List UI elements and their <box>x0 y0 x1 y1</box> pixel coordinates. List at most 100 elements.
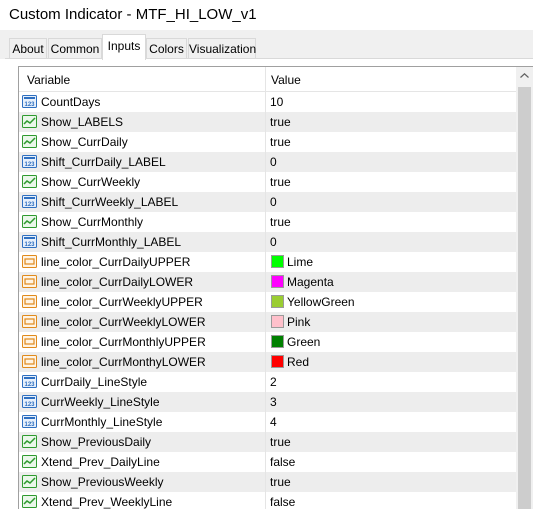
param-row[interactable]: 123 CountDays 10 <box>19 92 516 112</box>
grid-rows: 123 CountDays 10 Show_LABELS true Show_CurrDa… <box>19 92 516 509</box>
color-swatch[interactable] <box>271 295 284 308</box>
svg-text:123: 123 <box>24 242 35 248</box>
integer-param-icon: 123 <box>22 195 37 208</box>
boolean-param-icon <box>22 215 37 228</box>
inputs-grid: Variable Value 123 CountDays 10 Show_LABELS… <box>18 66 533 509</box>
column-divider <box>265 352 266 372</box>
window-title: Custom Indicator - MTF_HI_LOW_v1 <box>9 6 257 23</box>
color-param-icon <box>22 255 37 268</box>
param-name: CountDays <box>41 95 101 109</box>
tab-about[interactable]: About <box>9 38 47 59</box>
param-value[interactable]: 0 <box>270 195 277 209</box>
svg-text:123: 123 <box>24 402 35 408</box>
param-name: Show_CurrDaily <box>41 135 128 149</box>
scroll-thumb[interactable] <box>518 87 531 509</box>
param-row[interactable]: Show_PreviousWeekly true <box>19 472 516 492</box>
color-param-icon <box>22 275 37 288</box>
param-value[interactable]: true <box>270 175 291 189</box>
param-row[interactable]: line_color_CurrWeeklyUPPER YellowGreen <box>19 292 516 312</box>
param-name: Shift_CurrDaily_LABEL <box>41 155 166 169</box>
param-value[interactable]: YellowGreen <box>287 295 355 309</box>
param-value[interactable]: true <box>270 115 291 129</box>
param-row[interactable]: Show_CurrWeekly true <box>19 172 516 192</box>
param-row[interactable]: Show_PreviousDaily true <box>19 432 516 452</box>
color-swatch[interactable] <box>271 335 284 348</box>
column-divider <box>265 332 266 352</box>
param-value[interactable]: Red <box>287 355 309 369</box>
param-row[interactable]: Xtend_Prev_DailyLine false <box>19 452 516 472</box>
column-divider <box>265 252 266 272</box>
boolean-param-icon <box>22 135 37 148</box>
param-row[interactable]: 123 CurrDaily_LineStyle 2 <box>19 372 516 392</box>
param-value[interactable]: 3 <box>270 395 277 409</box>
param-value[interactable]: 4 <box>270 415 277 429</box>
param-value[interactable]: 2 <box>270 375 277 389</box>
column-divider <box>265 272 266 292</box>
param-name: line_color_CurrDailyLOWER <box>41 275 194 289</box>
color-swatch[interactable] <box>271 315 284 328</box>
color-param-icon <box>22 315 37 328</box>
grid-header: Variable Value <box>19 67 516 92</box>
column-divider[interactable] <box>265 67 266 92</box>
param-value[interactable]: false <box>270 495 295 509</box>
param-value[interactable]: Lime <box>287 255 313 269</box>
column-divider <box>265 192 266 212</box>
param-value[interactable]: 0 <box>270 235 277 249</box>
param-name: line_color_CurrWeeklyLOWER <box>41 315 206 329</box>
column-divider <box>265 112 266 132</box>
param-row[interactable]: Show_LABELS true <box>19 112 516 132</box>
tab-visualization[interactable]: Visualization <box>188 38 256 59</box>
param-value[interactable]: false <box>270 455 295 469</box>
param-name: CurrWeekly_LineStyle <box>41 395 160 409</box>
param-value[interactable]: true <box>270 435 291 449</box>
column-divider <box>265 172 266 192</box>
param-row[interactable]: line_color_CurrDailyLOWER Magenta <box>19 272 516 292</box>
scroll-up-button[interactable] <box>516 67 533 84</box>
param-value[interactable]: true <box>270 135 291 149</box>
param-value[interactable]: true <box>270 475 291 489</box>
column-divider <box>265 412 266 432</box>
param-row[interactable]: line_color_CurrMonthyLOWER Red <box>19 352 516 372</box>
column-divider <box>265 212 266 232</box>
column-divider <box>265 452 266 472</box>
tab-common[interactable]: Common <box>48 38 102 59</box>
param-value[interactable]: 0 <box>270 155 277 169</box>
param-row[interactable]: 123 Shift_CurrWeekly_LABEL 0 <box>19 192 516 212</box>
column-divider <box>265 472 266 492</box>
param-row[interactable]: 123 CurrMonthly_LineStyle 4 <box>19 412 516 432</box>
param-row[interactable]: line_color_CurrWeeklyLOWER Pink <box>19 312 516 332</box>
param-row[interactable]: 123 Shift_CurrMonthly_LABEL 0 <box>19 232 516 252</box>
param-name: Show_CurrWeekly <box>41 175 141 189</box>
param-name: Show_LABELS <box>41 115 124 129</box>
param-name: Xtend_Prev_DailyLine <box>41 455 160 469</box>
column-divider <box>265 432 266 452</box>
boolean-param-icon <box>22 475 37 488</box>
vertical-scrollbar[interactable] <box>516 67 533 509</box>
variable-column-header[interactable]: Variable <box>27 73 70 87</box>
param-row[interactable]: line_color_CurrMonthlyUPPER Green <box>19 332 516 352</box>
color-swatch[interactable] <box>271 275 284 288</box>
tab-inputs[interactable]: Inputs <box>102 34 146 60</box>
param-value[interactable]: Pink <box>287 315 310 329</box>
color-swatch[interactable] <box>271 355 284 368</box>
param-row[interactable]: line_color_CurrDailyUPPER Lime <box>19 252 516 272</box>
param-value[interactable]: Green <box>287 335 320 349</box>
integer-param-icon: 123 <box>22 95 37 108</box>
param-value[interactable]: Magenta <box>287 275 334 289</box>
param-row[interactable]: 123 Shift_CurrDaily_LABEL 0 <box>19 152 516 172</box>
color-swatch[interactable] <box>271 255 284 268</box>
param-value[interactable]: true <box>270 215 291 229</box>
boolean-param-icon <box>22 435 37 448</box>
inputs-panel: Variable Value 123 CountDays 10 Show_LABELS… <box>0 59 533 509</box>
param-row[interactable]: Xtend_Prev_WeeklyLine false <box>19 492 516 509</box>
tab-colors[interactable]: Colors <box>146 38 187 59</box>
svg-text:123: 123 <box>24 422 35 428</box>
param-name: Show_PreviousDaily <box>41 435 152 449</box>
column-divider <box>265 312 266 332</box>
value-column-header[interactable]: Value <box>271 73 301 87</box>
param-row[interactable]: 123 CurrWeekly_LineStyle 3 <box>19 392 516 412</box>
param-value[interactable]: 10 <box>270 95 283 109</box>
param-row[interactable]: Show_CurrMonthly true <box>19 212 516 232</box>
boolean-param-icon <box>22 455 37 468</box>
param-row[interactable]: Show_CurrDaily true <box>19 132 516 152</box>
